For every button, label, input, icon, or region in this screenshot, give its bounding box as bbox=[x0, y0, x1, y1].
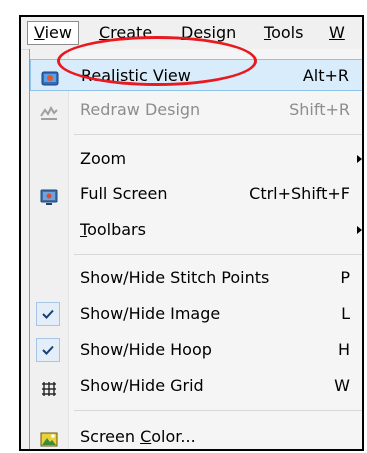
menu-view-label: iew bbox=[44, 23, 72, 42]
stitch-points-shortcut: P bbox=[340, 268, 350, 287]
grid-icon bbox=[40, 377, 58, 396]
show-image-label: Show/Hide Image bbox=[80, 304, 221, 323]
realistic-view-label: Realistic View bbox=[81, 66, 191, 85]
full-screen-shortcut: Ctrl+Shift+F bbox=[249, 184, 350, 203]
screen-color-mnemonic: C bbox=[140, 427, 152, 446]
show-grid-label: Show/Hide Grid bbox=[80, 376, 204, 395]
realistic-view-icon bbox=[41, 67, 59, 86]
view-dropdown-menu: Realistic View Alt+R Redraw Design Shift… bbox=[29, 49, 362, 449]
menu-item-screen-color[interactable]: Screen Color... bbox=[30, 421, 362, 449]
menu-create-label: reate bbox=[110, 23, 153, 42]
menu-tools[interactable]: Tools bbox=[258, 22, 309, 44]
show-hoop-label: Show/Hide Hoop bbox=[80, 340, 212, 359]
submenu-arrow-icon bbox=[357, 155, 362, 163]
full-screen-label: Full Screen bbox=[80, 184, 168, 203]
menu-item-full-screen[interactable]: Full Screen Ctrl+Shift+F bbox=[30, 178, 362, 210]
checkmark-icon bbox=[36, 338, 60, 362]
menu-item-redraw-design[interactable]: Redraw Design Shift+R bbox=[30, 94, 362, 126]
show-hoop-shortcut: H bbox=[337, 340, 350, 359]
redraw-design-shortcut: Shift+R bbox=[289, 100, 350, 119]
screenshot-frame: View Create Design Tools W Realistic Vie… bbox=[19, 15, 364, 451]
menu-item-toolbars[interactable]: Toolbars bbox=[30, 214, 362, 246]
screen-color-label: Screen Color... bbox=[80, 421, 196, 449]
menu-window-mnemonic: W bbox=[329, 23, 345, 42]
menu-view-mnemonic: V bbox=[34, 23, 45, 42]
toolbars-mnemonic: T bbox=[80, 220, 88, 239]
screen-color-icon bbox=[40, 428, 58, 447]
menu-design-mnemonic: D bbox=[181, 23, 194, 42]
menu-item-zoom[interactable]: Zoom bbox=[30, 143, 362, 175]
redraw-design-icon bbox=[40, 101, 58, 120]
full-screen-icon bbox=[40, 185, 58, 205]
menu-item-show-grid[interactable]: Show/Hide Grid W bbox=[30, 370, 362, 402]
checkmark-icon bbox=[36, 302, 60, 326]
menu-view[interactable]: View bbox=[27, 21, 79, 45]
menu-item-show-image[interactable]: Show/Hide Image L bbox=[30, 298, 362, 330]
toolbars-rest: oolbars bbox=[87, 220, 146, 239]
show-grid-shortcut: W bbox=[334, 376, 350, 395]
menu-tools-label: ools bbox=[271, 23, 304, 42]
menu-item-stitch-points[interactable]: Show/Hide Stitch Points P bbox=[30, 262, 362, 294]
submenu-arrow-icon bbox=[357, 226, 362, 234]
menu-window[interactable]: W bbox=[323, 22, 351, 44]
stitch-points-label: Show/Hide Stitch Points bbox=[80, 268, 270, 287]
menu-separator bbox=[74, 134, 362, 135]
menu-create[interactable]: Create bbox=[93, 22, 158, 44]
menu-item-realistic-view[interactable]: Realistic View Alt+R bbox=[30, 59, 362, 91]
menu-separator bbox=[74, 410, 362, 411]
menu-design[interactable]: Design bbox=[175, 22, 242, 44]
menu-separator bbox=[74, 254, 362, 255]
menu-bar: View Create Design Tools W bbox=[21, 17, 362, 50]
menu-design-label: esign bbox=[193, 23, 237, 42]
menu-tools-mnemonic: T bbox=[264, 23, 272, 42]
redraw-design-label: Redraw Design bbox=[80, 100, 201, 119]
zoom-label: Zoom bbox=[80, 149, 127, 168]
screen-color-before: Screen bbox=[80, 427, 141, 446]
menu-create-mnemonic: C bbox=[99, 23, 111, 42]
toolbars-label: Toolbars bbox=[80, 214, 146, 246]
realistic-view-shortcut: Alt+R bbox=[302, 66, 349, 85]
show-image-shortcut: L bbox=[341, 304, 350, 323]
menu-item-show-hoop[interactable]: Show/Hide Hoop H bbox=[30, 334, 362, 366]
screen-color-after: olor... bbox=[151, 427, 196, 446]
